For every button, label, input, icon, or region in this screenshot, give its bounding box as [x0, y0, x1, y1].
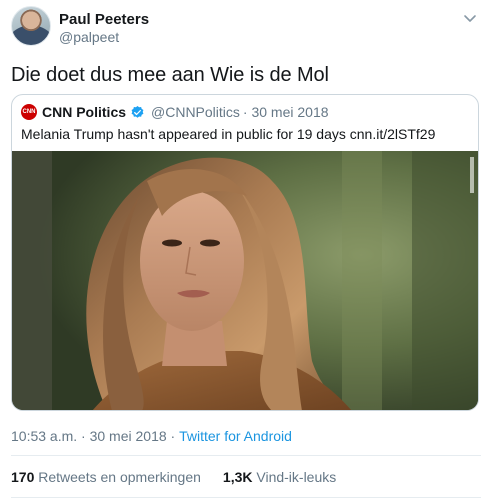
- quoted-header: CNN CNN Politics @CNNPolitics · 30 mei 2…: [21, 104, 329, 120]
- cnn-logo: CNN: [21, 104, 37, 120]
- tweet-text: Die doet dus mee aan Wie is de Mol: [11, 64, 329, 86]
- tweet-timestamp[interactable]: 10:53 a.m. · 30 mei 2018 ·: [11, 428, 179, 444]
- tweet-stats: 170 Retweets en opmerkingen 1,3K Vind-ik…: [11, 469, 336, 485]
- tweet: Paul Peeters @palpeet Die doet dus mee a…: [0, 0, 493, 500]
- quoted-author-name[interactable]: CNN Politics: [42, 104, 126, 120]
- divider: [11, 497, 481, 498]
- avatar[interactable]: [11, 6, 51, 46]
- likes-stat[interactable]: 1,3K Vind-ik-leuks: [223, 469, 336, 485]
- quoted-author-handle[interactable]: @CNNPolitics: [151, 104, 240, 120]
- quoted-date[interactable]: · 30 mei 2018: [243, 104, 329, 120]
- retweets-label: Retweets en opmerkingen: [34, 469, 201, 485]
- tweet-source-link[interactable]: Twitter for Android: [179, 428, 292, 444]
- retweets-stat[interactable]: 170 Retweets en opmerkingen: [11, 469, 201, 485]
- quoted-text: Melania Trump hasn't appeared in public …: [21, 126, 436, 142]
- divider: [11, 455, 481, 456]
- quoted-photo[interactable]: [12, 151, 478, 410]
- retweets-count: 170: [11, 469, 35, 485]
- author-name[interactable]: Paul Peeters: [59, 11, 149, 28]
- quoted-tweet[interactable]: CNN CNN Politics @CNNPolitics · 30 mei 2…: [11, 94, 479, 411]
- verified-badge-icon: [131, 105, 144, 118]
- likes-count: 1,3K: [222, 469, 253, 485]
- photo-illustration: [12, 151, 478, 410]
- likes-label: Vind-ik-leuks: [252, 469, 337, 485]
- tweet-meta: 10:53 a.m. · 30 mei 2018 · Twitter for A…: [11, 428, 292, 444]
- author-handle[interactable]: @palpeet: [59, 29, 119, 45]
- chevron-down-icon[interactable]: [461, 9, 479, 27]
